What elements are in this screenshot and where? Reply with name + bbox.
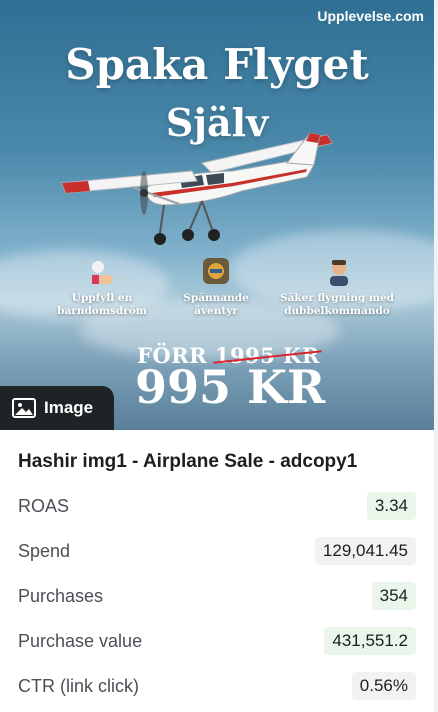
brand-logo-text: Upplevelse.com xyxy=(317,8,424,24)
ad-title[interactable]: Hashir img1 - Airplane Sale - adcopy1 xyxy=(18,451,418,473)
card-edge-divider xyxy=(434,0,438,712)
media-type-badge: Image xyxy=(0,386,114,430)
metric-label: ROAS xyxy=(18,495,70,516)
pilot-icon xyxy=(330,260,348,286)
metric-row-roas: ROAS 3.34 xyxy=(18,490,416,522)
airplane-illustration xyxy=(61,132,333,245)
feature-text: Säker flygning med dubbelkommando xyxy=(280,292,394,317)
ad-creative-image[interactable]: Upplevelse.com Spaka Flyget Själv Uppfyl… xyxy=(0,0,434,430)
ad-card[interactable]: Upplevelse.com Spaka Flyget Själv Uppfyl… xyxy=(0,0,438,712)
adventure-app-icon xyxy=(203,258,229,284)
media-type-label: Image xyxy=(44,398,94,417)
metric-label: Spend xyxy=(18,540,71,561)
metric-row-ctr: CTR (link click) 0.56% xyxy=(18,670,416,702)
image-icon xyxy=(12,398,36,418)
metric-label: Purchase value xyxy=(18,630,143,651)
metric-value: 129,041.45 xyxy=(314,537,416,565)
metric-value: 354 xyxy=(371,582,416,610)
metric-value: 431,551.2 xyxy=(324,627,416,655)
new-price: 995 KR xyxy=(135,360,326,414)
hand-gift-icon xyxy=(91,261,113,284)
metric-value: 0.56% xyxy=(351,672,416,700)
metric-row-purchases: Purchases 354 xyxy=(18,580,416,612)
metric-row-purchase-value: Purchase value 431,551.2 xyxy=(18,625,416,657)
headline-line-1: Spaka Flyget xyxy=(65,40,369,89)
metric-label: Purchases xyxy=(18,585,104,606)
metric-label: CTR (link click) xyxy=(18,675,139,696)
metric-value: 3.34 xyxy=(366,492,416,520)
feature-text: Spännande äventyr xyxy=(183,292,249,317)
feature-text: Uppfyll en barndomsdröm xyxy=(57,292,147,317)
metric-row-spend: Spend 129,041.45 xyxy=(18,535,416,567)
